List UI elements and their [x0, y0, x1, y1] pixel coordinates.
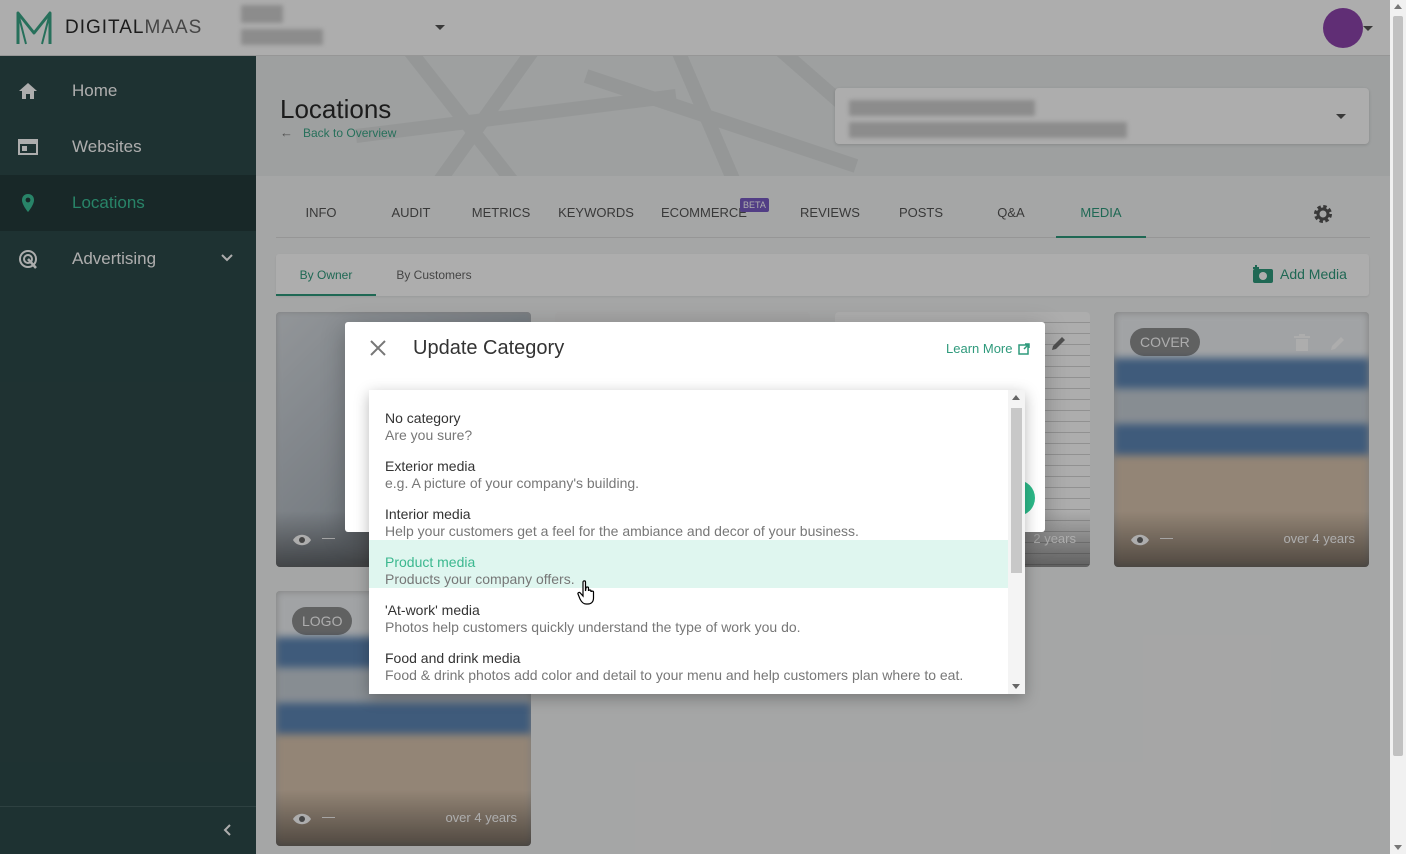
option-title: Exterior media	[385, 458, 476, 474]
option-title: Interior media	[385, 506, 471, 522]
category-option-interior[interactable]: Interior media Help your customers get a…	[369, 492, 1008, 540]
option-description: Photos help customers quickly understand…	[385, 619, 801, 635]
category-option-exterior[interactable]: Exterior media e.g. A picture of your co…	[369, 444, 1008, 492]
learn-more-link[interactable]: Learn More	[946, 341, 1031, 356]
category-option-product[interactable]: Product media Products your company offe…	[369, 540, 1008, 588]
option-title: Product media	[385, 554, 476, 570]
external-link-icon	[1018, 342, 1031, 355]
category-option-food-drink[interactable]: Food and drink media Food & drink photos…	[369, 636, 1008, 684]
option-title: 'At-work' media	[385, 602, 480, 618]
option-description: Help your customers get a feel for the a…	[385, 523, 859, 539]
scrollbar-thumb[interactable]	[1393, 16, 1403, 756]
option-description: Food & drink photos add color and detail…	[385, 667, 964, 683]
scroll-up-arrow-icon[interactable]	[1394, 4, 1402, 9]
close-icon[interactable]	[369, 339, 387, 357]
option-title: Food and drink media	[385, 650, 521, 666]
category-option-at-work[interactable]: 'At-work' media Photos help customers qu…	[369, 588, 1008, 636]
category-dropdown: No category Are you sure? Exterior media…	[369, 390, 1025, 694]
option-description: e.g. A picture of your company's buildin…	[385, 475, 640, 491]
hand-pointer-cursor-icon	[577, 580, 595, 605]
scroll-up-arrow-icon[interactable]	[1012, 395, 1020, 400]
scroll-down-arrow-icon[interactable]	[1394, 845, 1402, 850]
dropdown-scrollbar[interactable]	[1008, 390, 1025, 694]
dropdown-scrollbar-thumb[interactable]	[1011, 408, 1022, 573]
option-description: Are you sure?	[385, 427, 473, 443]
option-title: No category	[385, 410, 461, 426]
dialog-title: Update Category	[413, 337, 565, 359]
page-scrollbar[interactable]	[1390, 0, 1406, 854]
learn-more-label: Learn More	[946, 341, 1013, 356]
category-option-no-category[interactable]: No category Are you sure?	[369, 396, 1008, 444]
scroll-down-arrow-icon[interactable]	[1012, 684, 1020, 689]
option-description: Products your company offers.	[385, 571, 575, 587]
